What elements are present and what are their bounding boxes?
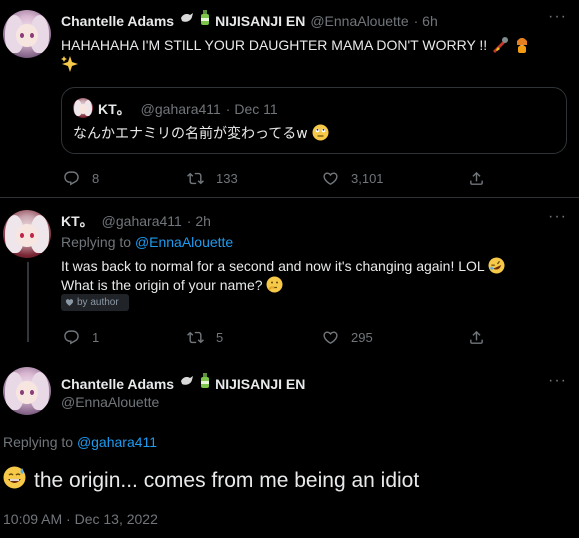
tweet-divider [0,197,579,198]
dove-icon [179,374,195,393]
like-icon [323,172,338,185]
retweet-button[interactable]: 133 [187,170,238,187]
retweet-icon [187,331,204,344]
reply-button[interactable]: 8 [63,170,99,187]
tweet1-author-name[interactable]: Chantelle Adams [61,13,174,29]
tweet3-author-name[interactable]: Chantelle Adams [61,376,174,392]
quote-date: · Dec 11 [225,101,278,117]
share-icon [470,330,483,344]
bottle-icon [200,10,210,31]
quoted-tweet-card[interactable]: KT。 @gahara411 · Dec 11 なんかエナミリの名前が変わってる… [61,87,567,154]
thread-line [27,262,29,342]
reply-icon [64,330,79,345]
tweet1-text-content: HAHAHAHA I'M STILL YOUR DAUGHTER MAMA DO… [61,37,488,53]
share-button[interactable] [468,170,485,187]
tweet2-handle[interactable]: @gahara411 [102,213,182,229]
rolling-on-floor-laughing-emoji-icon [488,257,505,279]
tweet3-header: Chantelle Adams NIJISANJI EN [61,373,305,394]
replying-prefix: Replying to [61,234,132,250]
avatar-chantelle-main[interactable] [3,367,51,415]
like-button[interactable]: 295 [322,329,373,346]
tweet3-handle[interactable]: @EnnaAlouette [61,394,159,410]
reply-button[interactable]: 1 [63,329,99,346]
replying-prefix: Replying to [3,434,74,450]
quote-header: KT。 @gahara411 · Dec 11 [98,99,278,119]
sparkles-emoji-icon [61,55,79,78]
tweet2-header: KT。 @gahara411 · 2h [61,211,211,231]
woman-singer-emoji-icon [513,37,531,58]
tweet1-affiliation: NIJISANJI EN [215,12,306,29]
like-button[interactable]: 3,101 [322,170,384,187]
replying-to-link[interactable]: @EnnaAlouette [135,234,233,250]
tweet3-text-content: the origin... comes from me being an idi… [34,468,420,492]
retweet-count: 5 [216,330,224,345]
tweet3-affiliation: NIJISANJI EN [215,375,306,392]
tweet1-time[interactable]: · 6h [414,13,438,29]
more-icon[interactable]: ··· [548,372,567,390]
heart-icon [65,299,74,306]
liked-by-author-badge: by author [61,294,129,311]
bottle-icon [200,373,210,394]
reply-icon [64,171,79,186]
thinking-face-emoji-icon [266,276,283,298]
more-icon[interactable]: ··· [548,208,567,226]
quote-text-content: なんかエナミリの名前が変わってるw [73,126,308,142]
tweet3-text: the origin... comes from me being an idi… [3,466,419,495]
mic-emoji-icon [491,37,509,58]
like-count: 3,101 [351,171,384,186]
avatar-kt[interactable] [3,210,51,258]
dove-icon [179,11,195,30]
reply-count: 8 [92,171,100,186]
replying-to-link[interactable]: @gahara411 [77,434,157,450]
avatar-kt-small [73,98,93,118]
tweet2-text-line1-content: It was back to normal for a second and n… [61,258,485,274]
tweet3-replying-to: Replying to @gahara411 [3,434,157,450]
like-count: 295 [351,330,373,345]
grinning-sweat-emoji-icon [3,466,26,495]
tweet1-handle[interactable]: @EnnaAlouette [310,13,408,29]
by-author-label: by author [77,297,119,308]
tweet2-author-name[interactable]: KT。 [61,211,94,231]
share-button[interactable] [468,329,485,346]
retweet-icon [187,172,204,185]
more-icon[interactable]: ··· [548,8,567,26]
tweet3-timestamp[interactable]: 10:09 AM · Dec 13, 2022 [3,511,158,527]
like-icon [323,331,338,344]
share-icon [470,171,483,185]
tweet2-time[interactable]: · 2h [187,213,211,229]
tweet1-header: Chantelle Adams NIJISANJI EN @EnnaAlouet… [61,10,438,31]
retweet-button[interactable]: 5 [187,329,223,346]
quote-handle: @gahara411 [140,101,221,117]
reply-count: 1 [92,330,100,345]
tweet2-text-line2-content: What is the origin of your name? [61,277,263,293]
tweet2-replying-to: Replying to @EnnaAlouette [61,234,233,250]
retweet-count: 133 [216,171,238,186]
quote-author-name: KT。 [98,101,131,117]
avatar-chantelle[interactable] [3,10,51,58]
tweet1-text: HAHAHAHA I'M STILL YOUR DAUGHTER MAMA DO… [61,36,531,58]
quote-text: なんかエナミリの名前が変わってるw [73,124,329,147]
face-with-rolling-eyes-emoji-icon [312,124,329,147]
